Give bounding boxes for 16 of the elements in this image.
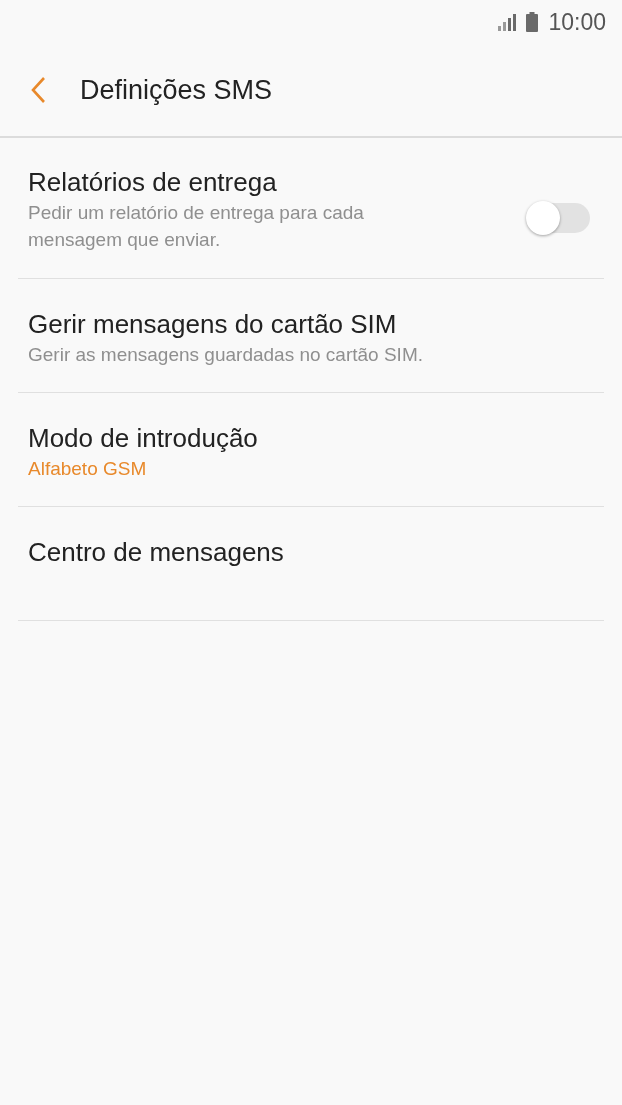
back-button[interactable] (30, 75, 48, 105)
setting-summary: Pedir um relatório de entrega para cada mensagem que enviar. (28, 201, 365, 252)
setting-item[interactable]: Relatórios de entrega Pedir um relatório de entrega para cada mensagem que enviar. (18, 138, 604, 279)
setting-title: Modo de introdução (28, 422, 259, 455)
toggle-switch[interactable] (528, 203, 590, 233)
setting-item[interactable]: Centro de mensagens (18, 507, 604, 621)
setting-item[interactable]: Gerir mensagens do cartão SIM Gerir as mensagens guardadas no cartão SIM. (18, 279, 604, 393)
setting-title: Centro de mensagens (28, 536, 285, 569)
setting-value: Alfabeto GSM (28, 457, 148, 481)
setting-summary: Gerir as mensagens guardadas no cartão SIM. (28, 343, 424, 367)
battery-icon (526, 12, 539, 32)
setting-item[interactable]: Modo de introdução Alfabeto GSM (18, 393, 604, 507)
setting-title: Relatórios de entrega (28, 166, 278, 199)
screen-title: Definições SMS (80, 74, 273, 106)
setting-title: Gerir mensagens do cartão SIM (28, 308, 398, 341)
status-time: 10:00 (548, 8, 606, 36)
